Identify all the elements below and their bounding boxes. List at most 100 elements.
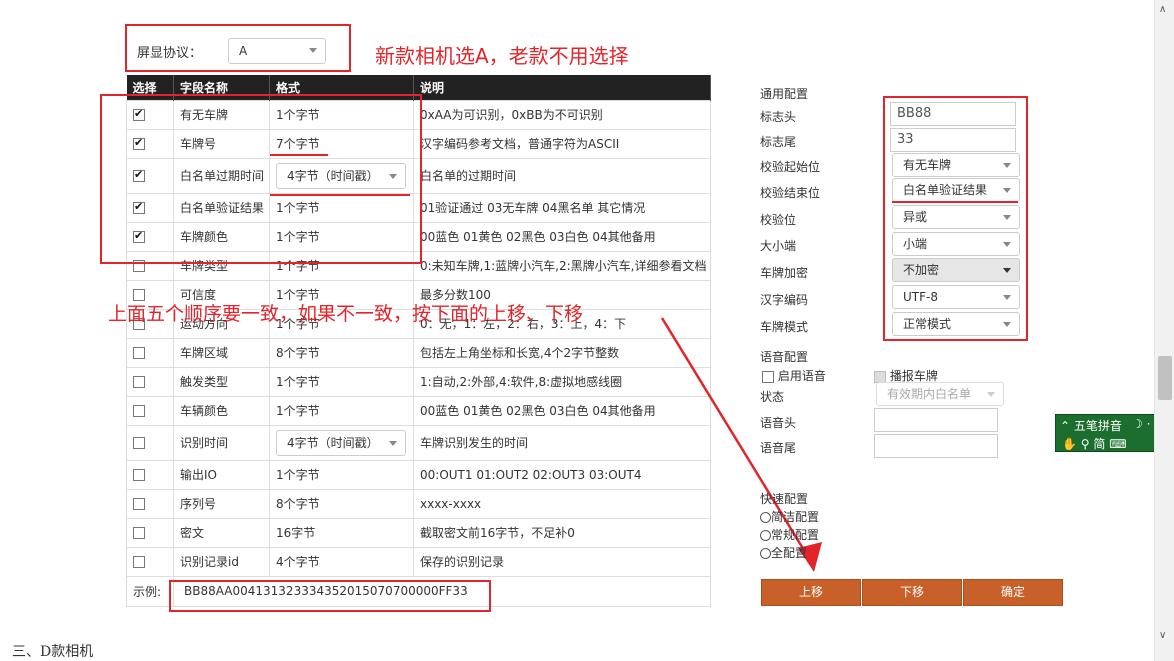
field-description: 01验证通过 03无车牌 04黑名单 其它情况 [413,192,711,223]
select-cell [126,488,174,519]
quick-option-full-label: 全配置 [771,546,808,560]
broadcast-plate-label: 播报车牌 [889,369,938,383]
annotation-top: 新款相机选A，老款不用选择 [375,44,629,68]
annotation-middle: 上面五个顺序要一致，如果不一致，按下面的上移、下移 [108,303,584,325]
format-select[interactable]: 4字节（时间戳） [276,429,406,456]
select-cell [126,337,174,368]
field-description: 汉字编码参考文档，普通字符为ASCII [413,128,711,159]
row-checkbox[interactable] [133,437,145,449]
select-cell [126,395,174,426]
quick-option-normal-radio[interactable] [760,530,771,541]
field-name: 车辆颜色 [173,395,270,426]
enable-voice-label: 启用语音 [777,369,826,383]
quick-config-title: 快速配置 [760,492,809,506]
field-format: 1个字节 [269,459,414,490]
field-description: 0:未知车牌,1:蓝牌小汽车,2:黑牌小汽车,详细参看文档 [413,250,711,281]
quick-option-full[interactable]: 全配置 [760,544,807,561]
scroll-down-icon[interactable]: ∨ [1159,630,1166,641]
field-description: 白名单的过期时间 [413,157,711,194]
search-icon: ⚲ [1080,437,1090,451]
field-name: 序列号 [173,488,270,519]
field-format: 16字节 [269,517,414,548]
expiry-underline [270,194,410,196]
field-format: 8个字节 [269,337,414,368]
table-row: 密文 16字节 截取密文前16字节，不足补0 [126,517,711,548]
format-select-value: 4字节（时间戳） [287,435,379,450]
ime-toolbar[interactable]: ⌃ 五笔拼音 ☽ · ✋ ⚲ 简 ⌨ [1055,414,1159,452]
voice-head-input[interactable] [874,408,998,432]
field-format: 4个字节 [269,546,414,577]
field-format: 4字节（时间戳） [269,424,414,461]
row-checkbox[interactable] [133,556,145,568]
voice-tail-input[interactable] [874,434,998,458]
mode-label: 车牌模式 [760,320,809,334]
scroll-thumb[interactable] [1158,356,1172,400]
select-cell [126,424,174,461]
endian-label: 大小端 [760,239,797,253]
row-checkbox[interactable] [133,405,145,417]
scroll-up-icon[interactable]: ∧ [1159,4,1166,15]
quick-option-full-radio[interactable] [760,548,771,559]
voice-status-label: 状态 [760,390,785,404]
row-checkbox[interactable] [133,469,145,481]
encrypt-label: 车牌加密 [760,266,809,280]
encoding-label: 汉字编码 [760,293,809,307]
quick-option-normal[interactable]: 常规配置 [760,526,819,543]
table-row: 触发类型 1个字节 1:自动,2:外部,4:软件,8:虚拟地感线圈 [126,366,711,397]
tail-label: 标志尾 [760,135,797,149]
ime-moon-icon[interactable]: ☽ · [1132,417,1150,431]
field-format: 1个字节 [269,366,414,397]
broadcast-plate-checkbox[interactable] [874,370,886,383]
move-up-button[interactable]: 上移 [761,579,861,606]
field-format: 1个字节 [269,395,414,426]
quick-option-simple-radio[interactable] [760,512,771,523]
voice-head-label: 语音头 [760,416,797,430]
check-end-label: 校验结束位 [760,186,821,200]
protocol-highlight [125,24,351,72]
voice-status-select[interactable]: 有效期内白名单 [876,382,1004,406]
general-config-highlight [883,96,1028,341]
select-cell [126,366,174,397]
quick-option-simple-label: 简洁配置 [771,510,820,524]
example-highlight [169,580,491,612]
section-heading: 三、D款相机 [12,644,94,660]
row-checkbox[interactable] [133,347,145,359]
table-row: 车辆颜色 1个字节 00蓝色 01黄色 02黑色 03白色 04其他备用 [126,395,711,426]
ime-mode-label: 五笔拼音 [1073,419,1122,433]
scrollbar[interactable]: ∧ ∨ [1154,0,1174,661]
example-label: 示例: [126,575,174,607]
chevron-down-icon [389,440,397,446]
general-config-title: 通用配置 [760,87,809,101]
voice-config-title: 语音配置 [760,350,809,364]
chevron-down-icon [987,392,995,397]
check-bit-label: 校验位 [760,213,797,227]
hand-icon: ✋ [1062,437,1077,451]
field-description: 00蓝色 01黄色 02黑色 03白色 04其他备用 [413,221,711,252]
row-checkbox[interactable] [133,376,145,388]
select-cell [126,546,174,577]
enable-voice[interactable]: 启用语音 [762,367,826,384]
ime-mode[interactable]: ⌃ 五笔拼音 [1060,417,1122,434]
ime-tools[interactable]: ✋ ⚲ 简 ⌨ [1062,435,1127,452]
keyboard-icon: ⌨ [1109,437,1127,451]
voice-status-value: 有效期内白名单 [887,387,972,401]
table-row: 识别时间 4字节（时间戳） 车牌识别发生的时间 [126,424,711,461]
enable-voice-checkbox[interactable] [762,370,774,383]
confirm-button[interactable]: 确定 [963,579,1063,606]
row-checkbox[interactable] [133,498,145,510]
field-name: 输出IO [173,459,270,490]
field-format: 8个字节 [269,488,414,519]
voice-tail-label: 语音尾 [760,441,797,455]
header-description: 说明 [413,75,711,100]
field-name: 触发类型 [173,366,270,397]
move-down-button[interactable]: 下移 [862,579,962,606]
plate-number-underline [270,154,328,156]
row-checkbox[interactable] [133,527,145,539]
check-start-label: 校验起始位 [760,160,821,174]
select-cell [126,517,174,548]
quick-option-normal-label: 常规配置 [771,528,820,542]
field-name: 车牌区域 [173,337,270,368]
quick-option-simple[interactable]: 简洁配置 [760,508,819,525]
head-label: 标志头 [760,110,797,124]
field-description: 0xAA为可识别，0xBB为不可识别 [413,99,711,130]
